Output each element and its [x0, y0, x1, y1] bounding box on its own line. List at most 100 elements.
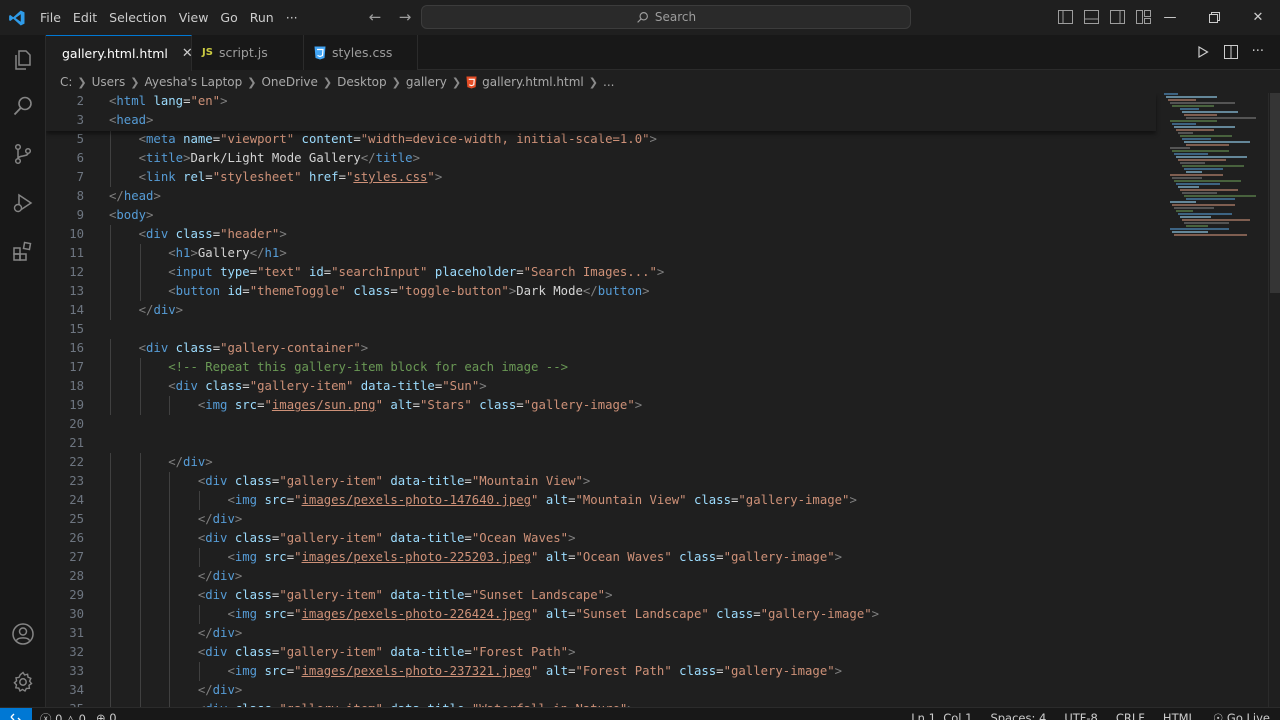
code-line[interactable]: 31 </div>	[46, 624, 1156, 643]
code-token: lang	[153, 94, 184, 108]
minimap[interactable]	[1160, 93, 1266, 253]
code-line[interactable]: 18 <div class="gallery-item" data-title=…	[46, 377, 1156, 396]
code-token: "searchInput"	[331, 265, 428, 279]
code-line[interactable]: 2 <html lang="en">	[46, 93, 1156, 111]
vertical-scrollbar[interactable]	[1268, 93, 1280, 707]
breadcrumb-item[interactable]: ...	[603, 75, 614, 89]
indent-guide	[110, 130, 111, 149]
menu-more[interactable]: ···	[280, 10, 304, 25]
scrollbar-thumb[interactable]	[1270, 93, 1280, 293]
code-line[interactable]: 7 <link rel="stylesheet" href="styles.cs…	[46, 168, 1156, 187]
code-line[interactable]: 35 <div class="gallery-item" data-title=…	[46, 700, 1156, 707]
end-of-line[interactable]: CRLF	[1116, 711, 1145, 720]
breadcrumb-item[interactable]: Desktop	[337, 75, 387, 89]
code-line[interactable]: 16 <div class="gallery-container">	[46, 339, 1156, 358]
explorer-icon[interactable]	[0, 37, 46, 83]
line-number: 22	[69, 455, 84, 469]
code-line[interactable]: 9 <body>	[46, 206, 1156, 225]
breadcrumb-item[interactable]: gallery.html.html	[482, 75, 584, 89]
cursor-position[interactable]: Ln 1, Col 1	[911, 711, 972, 720]
code-token: html	[116, 94, 147, 108]
encoding[interactable]: UTF-8	[1064, 711, 1098, 720]
toggle-panel-icon[interactable]	[1082, 8, 1100, 26]
source-control-icon[interactable]	[0, 131, 46, 177]
split-editor-icon[interactable]	[1223, 44, 1238, 63]
search-sidebar-icon[interactable]	[0, 83, 46, 129]
problems-indicator[interactable]: ⓧ 0 △ 0	[40, 711, 86, 720]
go-live-button[interactable]: ☉ Go Live	[1213, 711, 1270, 720]
menu-file[interactable]: File	[34, 10, 67, 25]
minimize-icon[interactable]: —	[1148, 0, 1192, 35]
code-editor[interactable]: 2 <html lang="en"> 3 <head> 5 <meta name="vi…	[46, 93, 1280, 707]
tab-gallery-html[interactable]: gallery.html.html ✕	[46, 35, 193, 71]
tab-styles-css[interactable]: styles.css	[304, 35, 418, 70]
code-line[interactable]: 28 </div>	[46, 567, 1156, 586]
breadcrumb-item[interactable]: gallery	[406, 75, 447, 89]
back-arrow-icon[interactable]: ←	[366, 8, 384, 26]
menu-run[interactable]: Run	[244, 10, 280, 25]
menu-go[interactable]: Go	[214, 10, 243, 25]
extensions-icon[interactable]	[0, 229, 46, 275]
menu-selection[interactable]: Selection	[103, 10, 173, 25]
code-text: <div class="gallery-container">	[109, 339, 369, 358]
code-line[interactable]: 15	[46, 320, 1156, 339]
language-mode[interactable]: HTML	[1163, 711, 1195, 720]
code-token: "	[294, 607, 302, 621]
tab-script-js[interactable]: JS script.js	[192, 35, 304, 70]
code-line[interactable]: 11 <h1>Gallery</h1>	[46, 244, 1156, 263]
indent-guide	[110, 586, 111, 605]
run-file-icon[interactable]	[1196, 44, 1210, 63]
code-line[interactable]: 13 <button id="themeToggle" class="toggl…	[46, 282, 1156, 301]
code-line[interactable]: 5 <meta name="viewport" content="width=d…	[46, 130, 1156, 149]
code-line[interactable]: 17 <!-- Repeat this gallery-item block f…	[46, 358, 1156, 377]
code-token: >	[834, 664, 843, 678]
code-line[interactable]: 26 <div class="gallery-item" data-title=…	[46, 529, 1156, 548]
indentation[interactable]: Spaces: 4	[990, 711, 1046, 720]
chevron-right-icon: ❯	[130, 75, 140, 89]
command-center-search[interactable]: Search	[421, 5, 911, 29]
menu-edit[interactable]: Edit	[67, 10, 103, 25]
code-line[interactable]: 19 <img src="images/sun.png" alt="Stars"…	[46, 396, 1156, 415]
code-line[interactable]: 27 <img src="images/pexels-photo-225203.…	[46, 548, 1156, 567]
toggle-secondary-sidebar-icon[interactable]	[1108, 8, 1126, 26]
more-actions-icon[interactable]: ···	[1252, 44, 1264, 63]
line-number: 10	[69, 227, 84, 241]
close-window-icon[interactable]: ✕	[1236, 0, 1280, 35]
code-line[interactable]: 33 <img src="images/pexels-photo-237321.…	[46, 662, 1156, 681]
code-line[interactable]: 32 <div class="gallery-item" data-title=…	[46, 643, 1156, 662]
code-line[interactable]: 23 <div class="gallery-item" data-title=…	[46, 472, 1156, 491]
remote-indicator-icon[interactable]	[0, 708, 32, 720]
code-line[interactable]: 3 <head>	[46, 111, 1156, 130]
run-debug-icon[interactable]	[0, 180, 46, 226]
breadcrumb-item[interactable]: Ayesha's Laptop	[144, 75, 242, 89]
code-line[interactable]: 29 <div class="gallery-item" data-title=…	[46, 586, 1156, 605]
code-line[interactable]: 12 <input type="text" id="searchInput" p…	[46, 263, 1156, 282]
breadcrumb-item[interactable]: OneDrive	[261, 75, 317, 89]
code-line[interactable]: 24 <img src="images/pexels-photo-147640.…	[46, 491, 1156, 510]
breadcrumb-item[interactable]: C:	[60, 75, 72, 89]
code-line[interactable]: 25 </div>	[46, 510, 1156, 529]
code-line[interactable]: 20	[46, 415, 1156, 434]
code-line[interactable]: 34 </div>	[46, 681, 1156, 700]
code-line[interactable]: 22 </div>	[46, 453, 1156, 472]
accounts-icon[interactable]	[0, 611, 46, 657]
menu-view[interactable]: View	[173, 10, 215, 25]
forward-arrow-icon[interactable]: →	[396, 8, 414, 26]
code-line[interactable]: 14 </div>	[46, 301, 1156, 320]
ports-indicator[interactable]: ⊕ 0	[96, 711, 117, 720]
settings-gear-icon[interactable]	[0, 659, 46, 705]
code-line[interactable]: 21	[46, 434, 1156, 453]
code-line[interactable]: 6 <title>Dark/Light Mode Gallery</title>	[46, 149, 1156, 168]
code-token: data-title	[360, 379, 435, 393]
breadcrumb-item[interactable]: Users	[92, 75, 126, 89]
restore-icon[interactable]	[1192, 0, 1236, 35]
code-line[interactable]: 10 <div class="header">	[46, 225, 1156, 244]
indent-guide	[110, 263, 111, 282]
code-token: "Ocean Waves"	[471, 531, 569, 545]
code-line[interactable]: 30 <img src="images/pexels-photo-226424.…	[46, 605, 1156, 624]
minimap-line	[1184, 168, 1223, 170]
code-line[interactable]: 8 </head>	[46, 187, 1156, 206]
toggle-primary-sidebar-icon[interactable]	[1056, 8, 1074, 26]
